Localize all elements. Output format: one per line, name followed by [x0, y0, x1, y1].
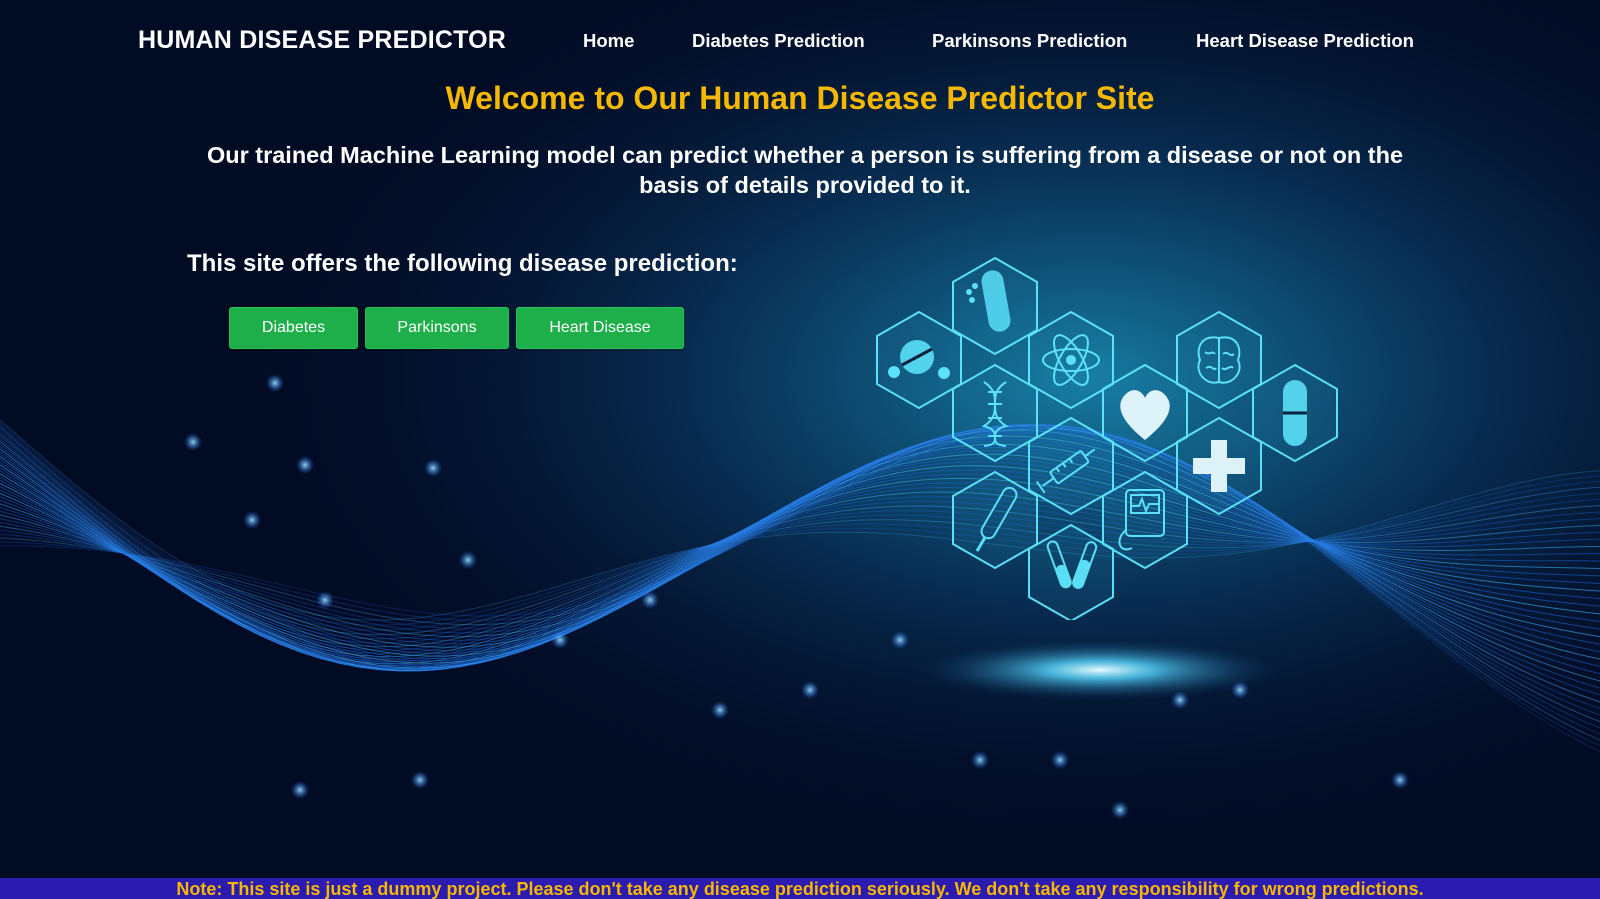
glow-dot [1391, 771, 1409, 789]
glow-dot [801, 681, 819, 699]
pill-icon [876, 310, 962, 410]
glow-dot [243, 511, 261, 529]
background-waves [0, 0, 1600, 899]
capsule-icon [1252, 363, 1338, 463]
heart-icon [1102, 363, 1188, 463]
medical-cross-icon [1176, 416, 1262, 516]
glow-dot [266, 374, 284, 392]
test-tubes-icon [1028, 523, 1114, 620]
glow-dot [316, 591, 334, 609]
nav-link-parkinsons-prediction[interactable]: Parkinsons Prediction [932, 30, 1127, 52]
thermometer-icon [952, 470, 1038, 570]
nav-link-heart-disease-prediction[interactable]: Heart Disease Prediction [1196, 30, 1414, 52]
dna-icon [952, 363, 1038, 463]
glow-dot [296, 456, 314, 474]
heart-disease-button[interactable]: Heart Disease [516, 307, 684, 349]
nav-link-home[interactable]: Home [583, 30, 634, 52]
heart-monitor-icon [1102, 470, 1188, 570]
glow-dot [971, 751, 989, 769]
glow-dot [184, 433, 202, 451]
glow-dot [459, 551, 477, 569]
diabetes-button[interactable]: Diabetes [229, 307, 358, 349]
welcome-heading: Welcome to Our Human Disease Predictor S… [445, 80, 1155, 116]
glow-dot [711, 701, 729, 719]
glow-dot [891, 631, 909, 649]
glow-dot [424, 459, 442, 477]
brain-icon [1176, 310, 1262, 410]
disclaimer-footer: Note: This site is just a dummy project.… [0, 878, 1600, 899]
glow-dot [1111, 801, 1129, 819]
glow-dot [551, 631, 569, 649]
syringe-icon [1028, 416, 1114, 516]
glow-dot [291, 781, 309, 799]
glow-dot [1171, 691, 1189, 709]
parkinsons-button[interactable]: Parkinsons [365, 307, 509, 349]
medical-icons-illustration [876, 256, 1338, 620]
offers-heading: This site offers the following disease p… [187, 250, 738, 277]
top-navbar: HUMAN DISEASE PREDICTOR Home Diabetes Pr… [0, 0, 1600, 80]
glow-dot [641, 591, 659, 609]
pill-bottle-icon [952, 256, 1038, 356]
intro-text: Our trained Machine Learning model can p… [206, 142, 1404, 198]
glow-dot [411, 771, 429, 789]
atom-icon [1028, 310, 1114, 410]
nav-link-diabetes-prediction[interactable]: Diabetes Prediction [692, 30, 865, 52]
glow-dot [1231, 681, 1249, 699]
site-brand[interactable]: HUMAN DISEASE PREDICTOR [138, 26, 506, 55]
glow-dot [1051, 751, 1069, 769]
